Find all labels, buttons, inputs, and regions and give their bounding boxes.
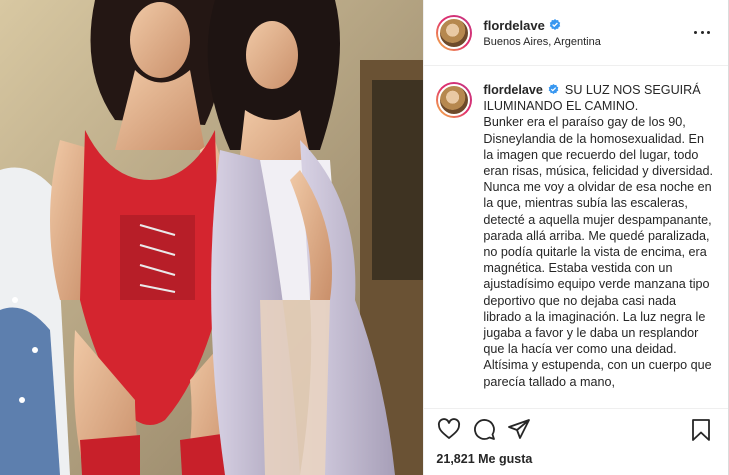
username[interactable]: flordelave — [483, 18, 544, 33]
avatar[interactable] — [436, 14, 473, 51]
like-button[interactable] — [436, 416, 462, 442]
comment-icon — [474, 418, 496, 440]
action-bar — [424, 408, 729, 448]
share-button[interactable] — [506, 416, 532, 442]
post-photo-image — [0, 0, 424, 475]
instagram-post: flordelave Buenos Aires, Argentina flord… — [0, 0, 729, 475]
heart-icon — [438, 417, 461, 439]
bookmark-icon — [692, 419, 711, 441]
verified-badge-icon — [549, 84, 559, 95]
caption-username[interactable]: flordelave — [483, 83, 543, 97]
share-icon — [508, 418, 531, 439]
caption-paragraph: Bunker era el paraíso gay de los 90, Dis… — [483, 115, 714, 389]
post-photo[interactable] — [0, 0, 424, 475]
save-button[interactable] — [688, 417, 714, 443]
comment-button[interactable] — [471, 416, 497, 442]
caption-text: flordelave SU LUZ NOS SEGUIRÁ ILUMINANDO… — [483, 82, 714, 408]
caption: flordelave SU LUZ NOS SEGUIRÁ ILUMINANDO… — [424, 66, 728, 408]
caption-avatar[interactable] — [436, 82, 473, 118]
likes-count[interactable]: 21,821 Me gusta — [436, 452, 532, 466]
verified-badge-icon — [549, 19, 561, 30]
more-options-icon[interactable] — [694, 24, 711, 40]
location-link[interactable]: Buenos Aires, Argentina — [483, 36, 600, 48]
post-header: flordelave Buenos Aires, Argentina — [424, 0, 729, 66]
post-side-panel: flordelave Buenos Aires, Argentina flord… — [423, 0, 729, 475]
